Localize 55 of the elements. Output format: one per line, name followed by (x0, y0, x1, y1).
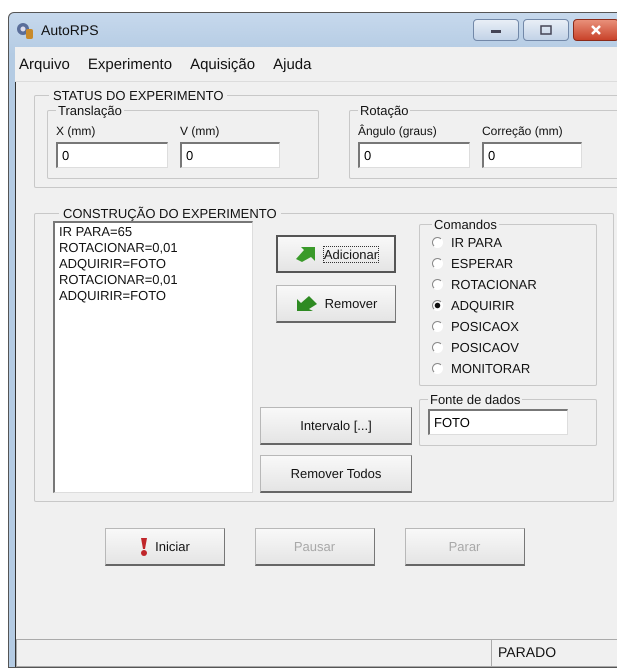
input-field[interactable]: 0 (482, 142, 582, 168)
list-item[interactable]: ROTACIONAR=0,01 (59, 240, 248, 256)
menu-item[interactable]: Ajuda (273, 56, 312, 72)
minimize-button[interactable] (473, 19, 519, 41)
menu-item[interactable]: Experimento (88, 56, 172, 72)
arrow-icon (294, 294, 319, 312)
radio-option[interactable]: IR PARA (432, 232, 588, 253)
field-label: Correção (mm) (482, 124, 564, 138)
radio-option[interactable]: ESPERAR (432, 253, 588, 274)
remove-all-button[interactable]: Remover Todos (260, 455, 412, 493)
close-button[interactable] (573, 19, 617, 41)
close-icon (590, 24, 602, 36)
input-field[interactable]: FOTO (428, 409, 568, 435)
group-title: STATUS DO EXPERIMENTO (52, 88, 224, 103)
radio-button[interactable] (432, 279, 443, 290)
menu-item[interactable]: Arquivo (19, 56, 70, 72)
list-item[interactable]: ADQUIRIR=FOTO (59, 288, 248, 304)
action-button[interactable]: Iniciar (104, 528, 224, 566)
radio-button[interactable] (432, 237, 443, 248)
list-item[interactable]: ADQUIRIR=FOTO (59, 256, 248, 272)
list-item[interactable]: IR PARA=65 (59, 224, 248, 240)
radio-button[interactable] (432, 342, 443, 353)
group-title: Comandos (433, 217, 498, 232)
group-title: Fonte de dados (429, 392, 522, 407)
group-title: Translação (57, 103, 123, 118)
exclamation-icon (139, 536, 150, 556)
radio-button[interactable] (432, 300, 443, 311)
field-label: X (mm) (56, 124, 96, 138)
arrow-icon (294, 245, 318, 263)
maximize-button[interactable] (523, 19, 569, 41)
radio-option[interactable]: ADQUIRIR (432, 295, 588, 316)
group-title: CONSTRUÇÃO DO EXPERIMENTO (62, 206, 278, 221)
radio-button[interactable] (432, 258, 443, 269)
radio-option[interactable]: MONITORAR (432, 358, 588, 379)
gear-icon (15, 20, 35, 40)
group-title: Rotação (359, 103, 410, 118)
add-button[interactable]: Adicionar (276, 235, 396, 273)
window-title: AutoRPS (41, 22, 99, 38)
field-label: V (mm) (180, 124, 220, 138)
status-text: PARADO (491, 639, 617, 667)
field-label: Ângulo (graus) (358, 124, 438, 138)
input-field[interactable]: 0 (180, 142, 280, 168)
radio-option[interactable]: ROTACIONAR (432, 274, 588, 295)
maximize-icon (540, 25, 552, 35)
radio-option[interactable]: POSICAOV (432, 337, 588, 358)
radio-option[interactable]: POSICAOX (432, 316, 588, 337)
radio-button[interactable] (432, 321, 443, 332)
menu-item[interactable]: Aquisição (190, 56, 256, 72)
input-field[interactable]: 0 (56, 142, 168, 168)
radio-button[interactable] (432, 363, 443, 374)
input-field[interactable]: 0 (358, 142, 470, 168)
remove-button[interactable]: Remover (276, 285, 396, 323)
list-item[interactable]: ROTACIONAR=0,01 (59, 272, 248, 288)
command-list[interactable]: IR PARA=65 ROTACIONAR=0,01 ADQUIRIR=FOTO ROTACIONAR=0,01 ADQUIRIR=FOTO (53, 221, 253, 493)
interval-button[interactable]: Intervalo [...] (260, 407, 412, 445)
